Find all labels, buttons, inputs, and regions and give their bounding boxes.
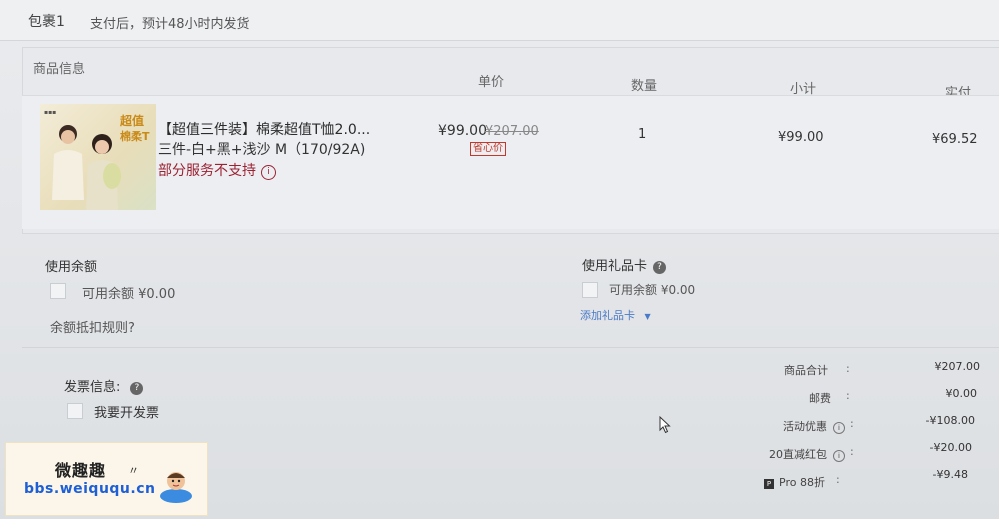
- brand-logo: ▪▪▪: [44, 109, 57, 116]
- mascot-icon: [160, 472, 192, 503]
- original-price: ¥207.00: [485, 124, 539, 139]
- pro-discount-label-wrap: P Pro 88折: [700, 474, 825, 490]
- unit-price: ¥99.00: [438, 123, 487, 139]
- header-product-info: 商品信息: [33, 62, 86, 77]
- package-title: 包裹1: [28, 14, 65, 30]
- thumb-badge-line1: 超值: [120, 114, 145, 128]
- sparkle-icon: 〃: [128, 464, 139, 477]
- shipping-fee-value: ¥0.00: [945, 387, 978, 400]
- info-icon[interactable]: i: [833, 450, 845, 462]
- watermark-title: 微趣趣: [55, 461, 107, 480]
- colon: :: [850, 417, 854, 430]
- price-tag-badge: 省心价: [470, 142, 506, 156]
- colon: :: [836, 473, 840, 486]
- info-icon[interactable]: i: [833, 422, 845, 434]
- watermark-url: bbs.weiququ.cn: [24, 481, 156, 497]
- add-gift-card-label: 添加礼品卡: [580, 309, 635, 322]
- invoice-checkbox-label: 我要开发票: [94, 406, 160, 421]
- colon: :: [846, 389, 850, 402]
- header-unit-price: 单价: [478, 75, 505, 90]
- invoice-section: 发票信息:?: [64, 376, 144, 395]
- section-divider: [22, 347, 999, 348]
- invoice-title: 发票信息:: [64, 380, 121, 395]
- gift-card-available: 可用余额 ¥0.00: [609, 283, 696, 297]
- shipping-fee-label: 邮费: [809, 392, 831, 405]
- header-quantity: 数量: [631, 79, 658, 94]
- shipping-note: 支付后，预计48小时内发货: [90, 17, 250, 32]
- promo-discount-value: -¥108.00: [925, 414, 975, 427]
- add-gift-card-link[interactable]: 添加礼品卡 ▼: [580, 307, 651, 323]
- invoice-checkbox[interactable]: [67, 403, 83, 419]
- promo-discount-label-wrap: 活动优惠 i: [700, 418, 845, 434]
- thumb-badge-line2: 棉柔T: [120, 130, 150, 143]
- colon: :: [850, 445, 854, 458]
- gift-card-title: 使用礼品卡: [582, 259, 648, 274]
- balance-title: 使用余额: [45, 260, 98, 275]
- promo-discount-label: 活动优惠: [783, 420, 827, 433]
- balance-available: 可用余额 ¥0.00: [82, 287, 176, 302]
- product-name-link[interactable]: 【超值三件装】棉柔超值T恤2.0...: [158, 119, 370, 139]
- chevron-down-icon: ▼: [644, 312, 651, 321]
- subtotal-value: ¥99.00: [778, 130, 824, 145]
- product-thumbnail[interactable]: ▪▪▪ 超值 棉柔T: [40, 104, 156, 210]
- help-icon[interactable]: ?: [130, 382, 144, 395]
- quantity-value: 1: [638, 127, 647, 142]
- total-goods-value: ¥207.00: [934, 360, 981, 373]
- help-icon[interactable]: ?: [653, 261, 667, 274]
- balance-rules-link[interactable]: 余额抵扣规则?: [50, 317, 135, 336]
- gift-card-section: 使用礼品卡?: [582, 255, 667, 274]
- total-goods-label: 商品合计: [784, 364, 828, 377]
- pro-badge-icon: P: [764, 479, 775, 489]
- service-note-text: 部分服务不支持: [158, 163, 256, 179]
- red-packet-value: -¥20.00: [929, 441, 972, 454]
- red-packet-label: 20直减红包: [769, 448, 827, 461]
- colon: :: [846, 362, 850, 375]
- product-sku: 三件-白+黑+浅沙 M（170/92A): [158, 142, 366, 158]
- service-note[interactable]: 部分服务不支持 i: [158, 160, 276, 180]
- model-woman-image: [86, 134, 121, 210]
- pro-discount-label: Pro 88折: [779, 476, 825, 489]
- mouse-cursor-icon: [659, 416, 671, 434]
- paid-value: ¥69.52: [932, 132, 978, 147]
- red-packet-label-wrap: 20直减红包 i: [700, 446, 845, 462]
- info-icon[interactable]: i: [261, 165, 276, 180]
- pro-discount-value: -¥9.48: [932, 468, 968, 481]
- gift-card-checkbox[interactable]: [582, 282, 598, 298]
- balance-checkbox[interactable]: [50, 283, 66, 299]
